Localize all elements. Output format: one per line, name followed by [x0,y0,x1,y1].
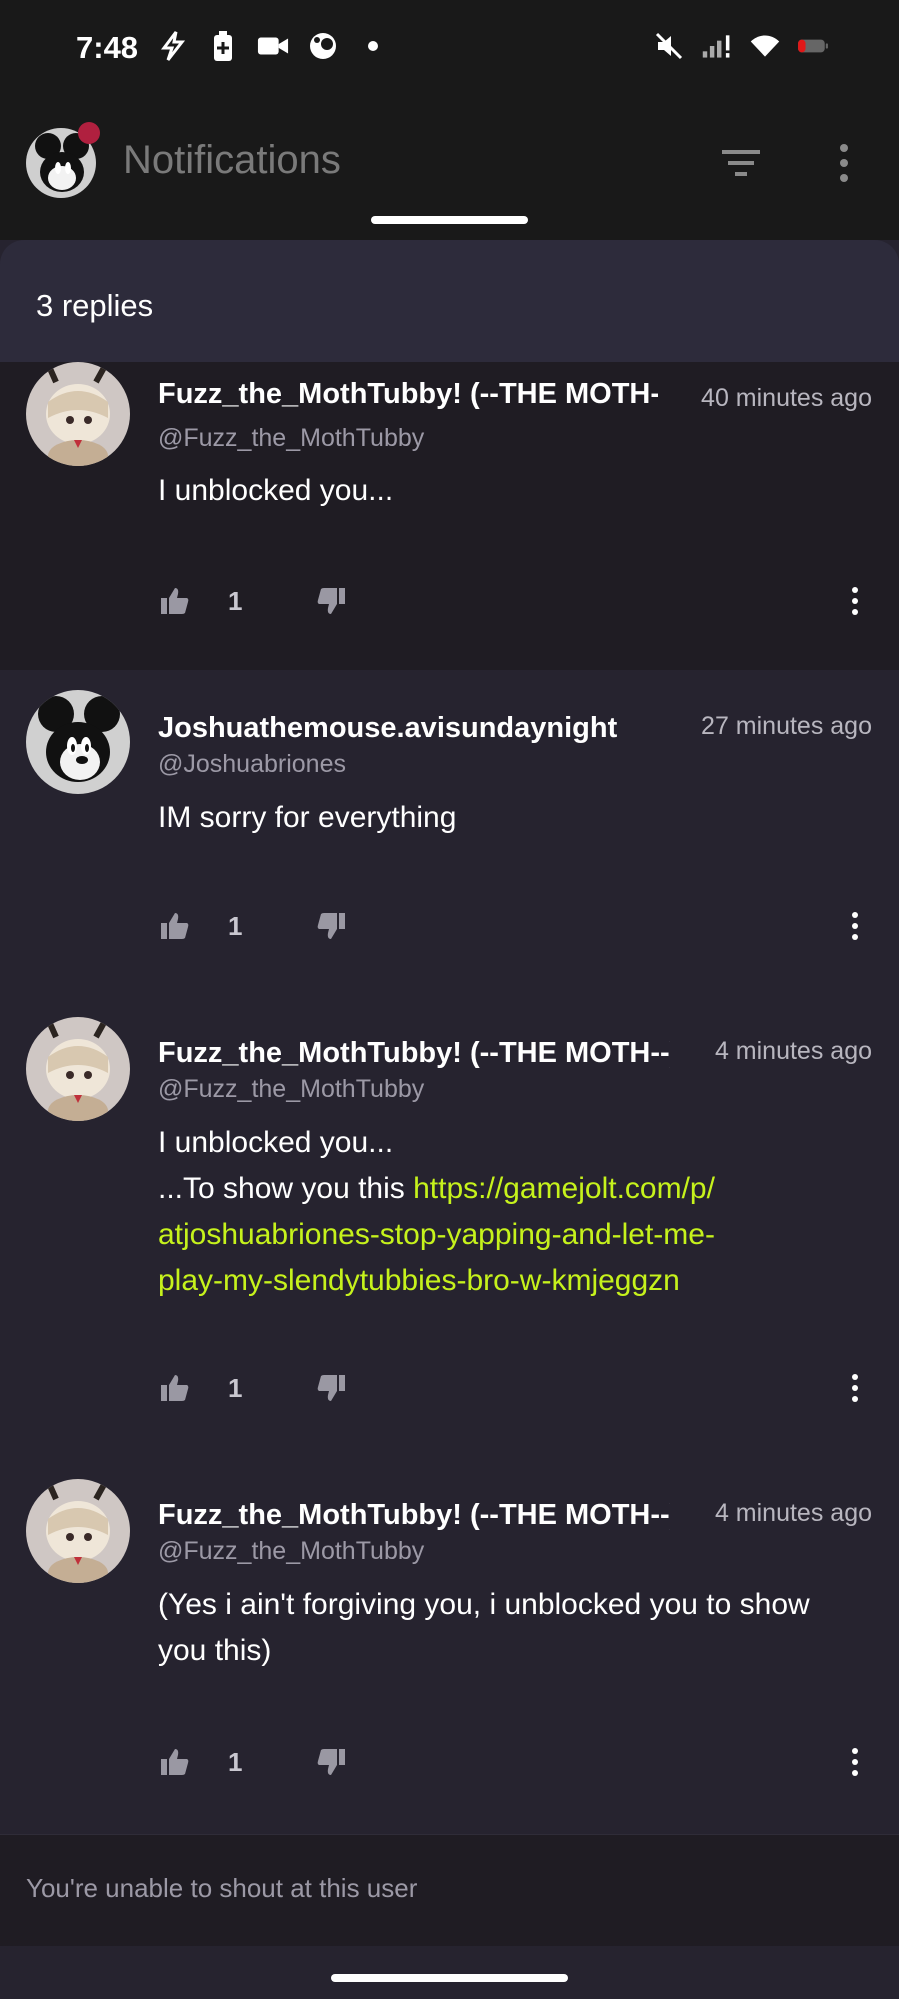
reply-more-button[interactable] [846,1373,864,1403]
reply-author-name[interactable]: Joshuathemouse.avisundaynight [158,712,652,745]
thumbs-up-icon [161,1749,189,1775]
reply-author-handle[interactable]: @Fuzz_the_MothTubby [158,1537,424,1566]
thumbs-down-icon [317,588,345,614]
thumbs-down-icon [317,913,345,939]
more-options-button[interactable] [827,140,861,186]
reply-item: Joshuathemouse.avisundaynight 27 minutes… [0,670,899,995]
app-icon [307,30,339,62]
replies-count: 3 replies [36,288,154,323]
reply-item: Fuzz_the_MothTubby! (--THE MOTH--) 4 min… [0,1457,899,1834]
replies-header: 3 replies [0,240,899,362]
like-count: 1 [228,911,243,941]
dislike-button[interactable] [316,1373,346,1403]
reply-body-line: I unblocked you... [158,1126,394,1159]
wifi-icon [749,30,781,62]
avatar[interactable] [26,362,130,466]
battery-saver-icon [207,30,239,62]
notification-dot [78,122,100,144]
shout-disabled-bar: You're unable to shout at this user [0,1834,899,1947]
like-count: 1 [228,1373,243,1403]
video-camera-icon [257,30,289,62]
dislike-button[interactable] [316,586,346,616]
more-vert-icon [852,1748,858,1776]
avatar[interactable] [26,1017,130,1121]
home-indicator[interactable] [331,1974,568,1982]
reply-more-button[interactable] [846,1747,864,1777]
reply-item: Fuzz_the_MothTubby! (--THE MOTH--) 40 mi… [0,362,899,670]
like-count: 1 [228,586,243,616]
filter-icon [722,150,760,176]
status-bar: 7:48 [0,0,899,100]
like-button[interactable] [160,911,190,941]
system-nav-bar [0,1946,899,1999]
reply-more-button[interactable] [846,586,864,616]
dislike-button[interactable] [316,1747,346,1777]
reply-item: Fuzz_the_MothTubby! (--THE MOTH--) 4 min… [0,995,899,1457]
status-icons-right [653,30,829,62]
dislike-button[interactable] [316,911,346,941]
reply-body: I unblocked you... ...To show you this h… [158,1120,858,1304]
reply-body: (Yes i ain't forgiving you, i unblocked … [158,1588,810,1667]
thumbs-up-icon [161,913,189,939]
reply-timestamp: 27 minutes ago [701,712,872,740]
reply-body-line: ...To show you this https://gamejolt.com… [158,1166,858,1212]
reply-author-name[interactable]: Fuzz_the_MothTubby! (--THE MOTH--) [158,1037,670,1070]
filter-button[interactable] [718,140,764,186]
reply-author-name[interactable]: Fuzz_the_MothTubby! (--THE MOTH--) [158,1499,670,1532]
mute-icon [653,30,685,62]
reply-link[interactable]: https://gamejolt.com/p/ [413,1172,715,1205]
thumbs-down-icon [317,1375,345,1401]
reply-timestamp: 40 minutes ago [701,384,872,412]
drag-handle[interactable] [371,216,528,224]
reply-timestamp: 4 minutes ago [714,1499,872,1527]
app-header: Notifications [0,100,899,240]
status-time: 7:48 [76,30,139,65]
thumbs-down-icon [317,1749,345,1775]
page-title: Notifications [123,138,341,182]
reply-author-name[interactable]: Fuzz_the_MothTubby! (--THE MOTH--) [158,378,658,411]
reply-more-button[interactable] [846,911,864,941]
like-button[interactable] [160,586,190,616]
dot-icon [357,30,389,62]
like-count: 1 [228,1747,243,1777]
reply-author-handle[interactable]: @Fuzz_the_MothTubby [158,424,424,453]
thumbs-up-icon [161,588,189,614]
more-vert-icon [852,1374,858,1402]
reply-timestamp: 4 minutes ago [714,1037,872,1065]
like-button[interactable] [160,1373,190,1403]
more-vert-icon [852,912,858,940]
reply-link[interactable]: play-my-slendytubbies-bro-w-kmjeggzn [158,1258,858,1304]
reply-body: IM sorry for everything [158,801,457,834]
avatar[interactable] [26,690,130,794]
thumbs-up-icon [161,1375,189,1401]
more-vert-icon [852,587,858,615]
reply-body: I unblocked you... [158,474,394,507]
battery-icon [797,30,829,62]
flash-icon [157,30,189,62]
signal-icon [701,30,733,62]
more-vert-icon [840,144,848,182]
reply-link[interactable]: atjoshuabriones-stop-yapping-and-let-me- [158,1212,858,1258]
reply-author-handle[interactable]: @Joshuabriones [158,750,346,779]
status-icons-left [157,30,389,62]
reply-body-text: ...To show you this [158,1172,414,1205]
like-button[interactable] [160,1747,190,1777]
shout-disabled-notice: You're unable to shout at this user [26,1873,418,1903]
reply-author-handle[interactable]: @Fuzz_the_MothTubby [158,1075,424,1104]
avatar[interactable] [26,1479,130,1583]
